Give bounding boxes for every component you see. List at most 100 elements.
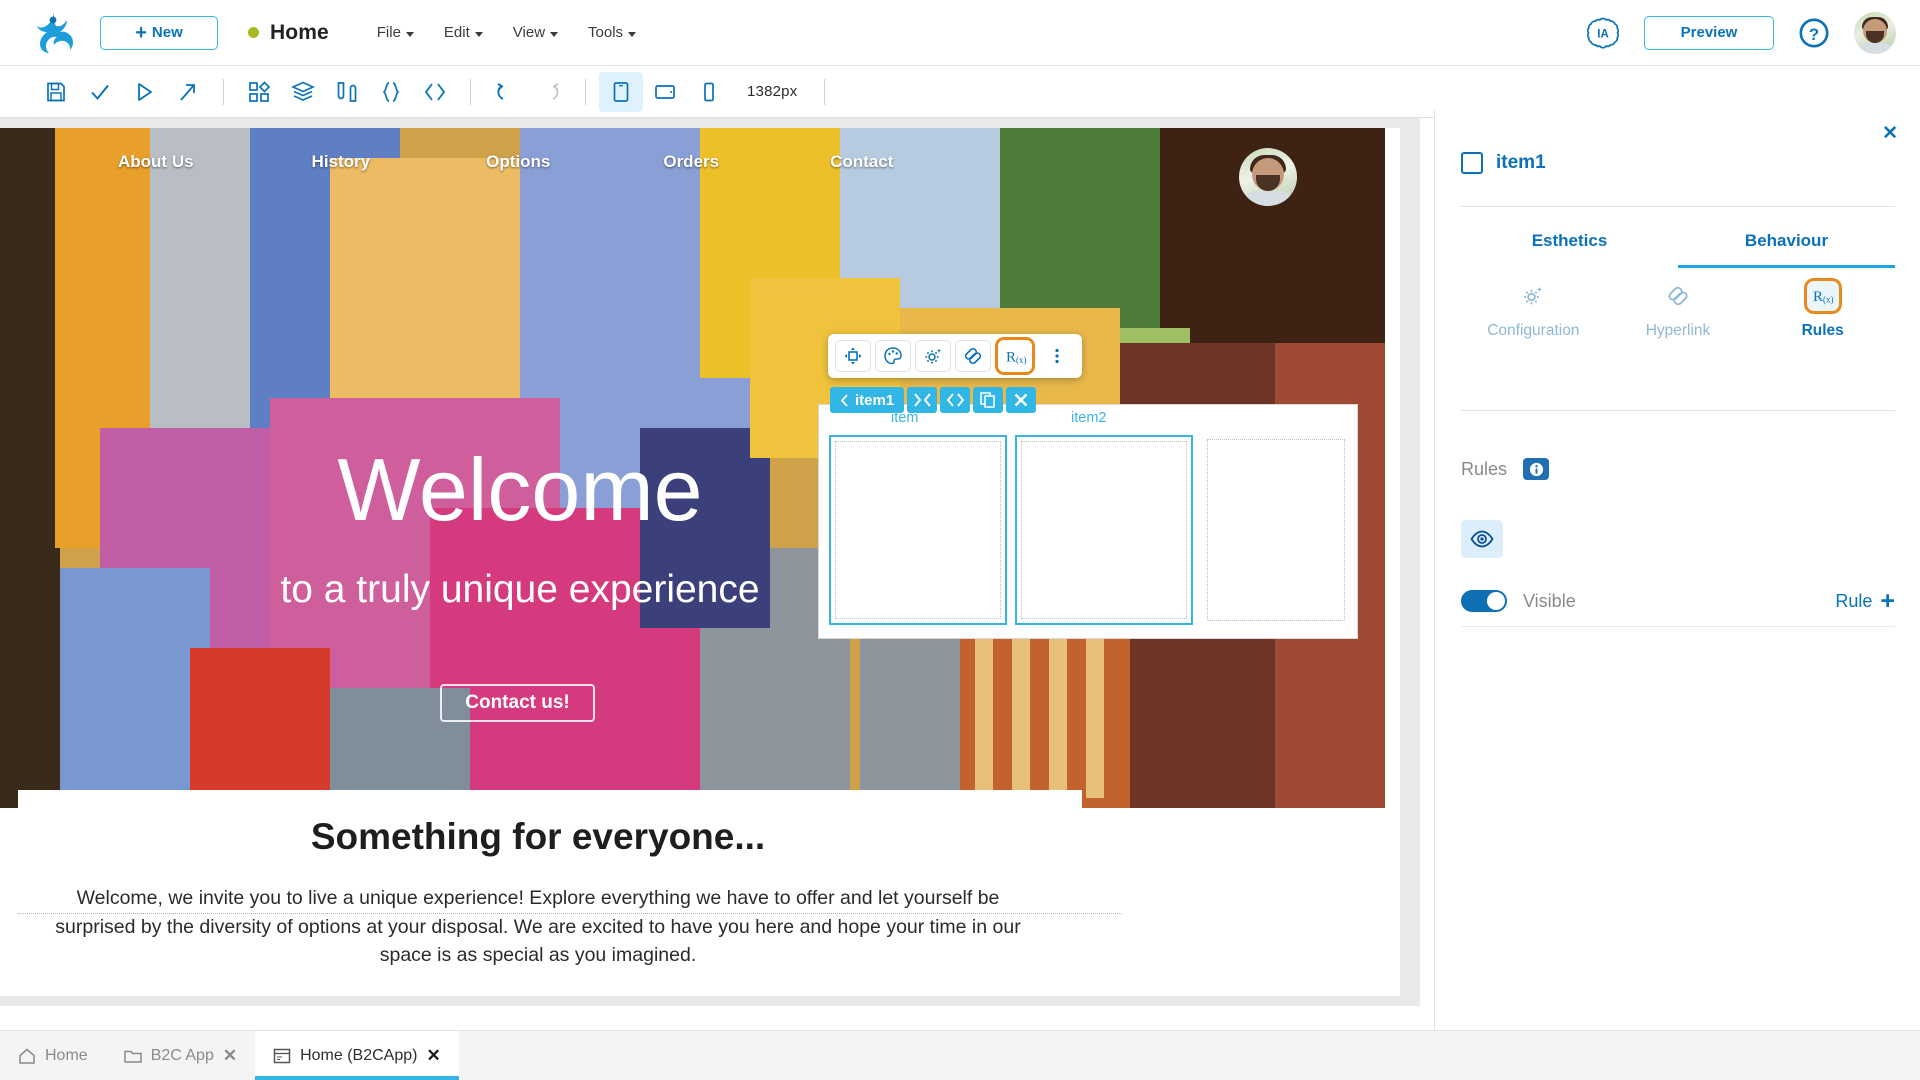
visible-toggle[interactable] [1461,590,1507,612]
nav-history[interactable]: History [312,152,371,172]
tab-esthetics[interactable]: Esthetics [1461,214,1678,268]
code-icon[interactable] [413,72,457,112]
svg-text:R: R [1813,289,1823,305]
plus-icon: + [135,21,147,44]
new-button-label: New [151,24,183,41]
preview-button[interactable]: Preview [1644,15,1774,50]
layers-icon[interactable] [281,72,325,112]
preview-button-label: Preview [1680,24,1738,41]
redo-icon[interactable] [528,72,572,112]
ia-assistant-button[interactable]: IA [1586,16,1620,50]
menu-view[interactable]: View [512,24,559,41]
link-icon [1659,278,1697,314]
subtab-configuration[interactable]: Configuration [1461,272,1606,354]
element-float-toolbar: R (x) [828,334,1082,378]
close-icon[interactable]: ✕ [426,1046,440,1066]
toolbar-divider [824,78,826,105]
resize-icon[interactable] [907,387,938,413]
menu-bar: File Edit View Tools [377,24,637,41]
palette-icon[interactable] [875,340,911,372]
components-icon[interactable] [237,72,281,112]
bottom-tab-b2c-app-label: B2C App [150,1046,214,1064]
new-button[interactable]: + New [100,15,218,50]
move-icon[interactable] [835,340,871,372]
panel-header: item1 [1461,152,1546,174]
page-icon [273,1048,291,1063]
add-rule-button[interactable]: Rule + [1835,589,1895,614]
data-flow-icon[interactable] [325,72,369,112]
frog-logo-icon [36,12,73,53]
bottom-tab-bar: Home B2C App ✕ Home (B2CApp) ✕ [0,1030,1920,1080]
check-icon[interactable] [78,72,122,112]
subtab-hyperlink-label: Hyperlink [1645,322,1711,339]
header-actions: IA Preview ? [1586,11,1896,54]
tab-behaviour[interactable]: Behaviour [1678,214,1895,268]
breadcrumb-item1[interactable]: item1 [830,387,905,413]
folder-icon [123,1050,142,1063]
help-button[interactable]: ? [1798,17,1830,49]
panel-divider [1461,206,1895,207]
rules-rx-icon[interactable]: R (x) [995,337,1035,375]
canvas-width-value[interactable]: 1382px [747,83,797,100]
canvas-area: About Us History Options Orders Contact … [0,118,1420,1006]
braces-icon[interactable] [369,72,413,112]
bottom-tab-b2c-app[interactable]: B2C App ✕ [106,1031,255,1080]
status-dot [248,27,259,38]
undo-icon[interactable] [484,72,528,112]
contact-us-button[interactable]: Contact us! [440,684,595,722]
hero-user-avatar[interactable] [1239,148,1297,206]
close-icon[interactable] [1006,387,1037,413]
publish-icon[interactable] [166,72,210,112]
close-icon[interactable]: ✕ [1882,124,1898,143]
panel-subtabs: Configuration Hyperlink R (x) Rules [1461,272,1895,354]
svg-text:IA: IA [1597,28,1609,40]
bottom-tab-home[interactable]: Home [0,1031,106,1080]
mobile-view-icon[interactable] [687,72,731,112]
nav-options[interactable]: Options [486,152,550,172]
link-icon[interactable] [955,340,991,372]
nav-about-us[interactable]: About Us [118,152,194,172]
save-icon[interactable] [34,72,78,112]
avatar[interactable] [1854,11,1896,54]
menu-tools[interactable]: Tools [588,24,637,41]
grid-cell-2[interactable] [1015,435,1193,625]
toolbar-divider [470,78,471,105]
page-status: Home [248,21,329,45]
code-brackets-icon[interactable] [940,387,971,413]
visible-label: Visible [1523,590,1576,611]
subtab-rules-label: Rules [1801,322,1844,339]
rules-rx-icon: R (x) [1803,278,1842,314]
nav-contact[interactable]: Contact [830,152,893,172]
chevron-down-icon [628,32,637,37]
info-icon[interactable] [1523,458,1550,480]
visible-rule-row: Visible Rule + [1461,589,1895,614]
bottom-tab-home-label: Home [45,1046,88,1064]
tablet-view-icon[interactable] [643,72,687,112]
chevron-left-icon [840,393,848,407]
nav-orders[interactable]: Orders [663,152,719,172]
selected-container[interactable]: item item2 [818,404,1358,639]
desktop-view-icon[interactable] [599,71,643,112]
page-title: Home [270,20,329,44]
more-vertical-icon[interactable] [1039,340,1075,372]
section-body-text: Welcome, we invite you to live a unique … [55,887,1021,967]
menu-file[interactable]: File [377,24,414,41]
app-logo[interactable] [22,11,86,55]
close-icon[interactable]: ✕ [223,1046,237,1066]
grid-cell-1[interactable] [829,435,1007,625]
duplicate-icon[interactable] [973,387,1004,413]
grid-cell-3[interactable] [1203,435,1349,625]
settings-sparkle-icon[interactable] [915,340,951,372]
subtab-hyperlink[interactable]: Hyperlink [1606,272,1751,354]
play-icon[interactable] [122,72,166,112]
cell-label-item2: item2 [1071,410,1107,426]
add-rule-label: Rule [1835,590,1873,611]
item-checkbox[interactable] [1461,152,1483,174]
tab-esthetics-label: Esthetics [1531,231,1608,250]
menu-edit[interactable]: Edit [444,24,483,41]
eye-icon[interactable] [1461,520,1503,558]
bottom-tab-home-b2capp[interactable]: Home (B2CApp) ✕ [255,1031,459,1080]
menu-view-label: View [512,24,546,41]
toolbar-divider [223,78,224,105]
subtab-rules[interactable]: R (x) Rules [1750,272,1895,354]
